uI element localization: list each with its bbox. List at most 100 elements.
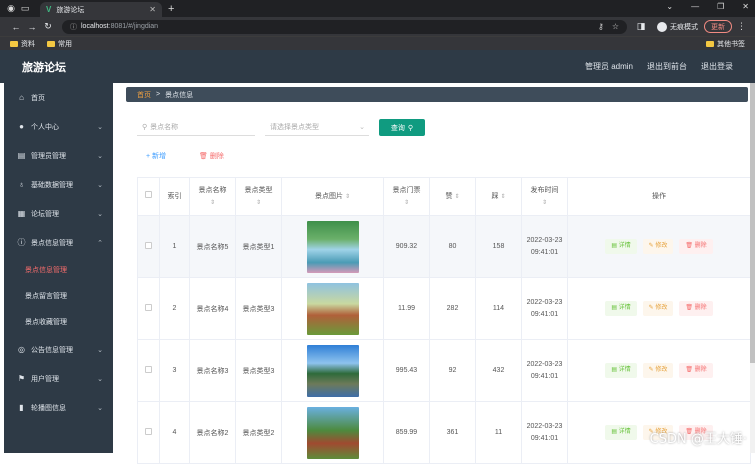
bookmark-folder-1[interactable]: 常用 [47,39,72,49]
key-icon[interactable]: ⚷ [598,22,604,31]
sort-icon[interactable]: ⇕ [542,200,547,206]
sort-icon[interactable]: ⇕ [210,200,215,206]
sidebar-item-base-data[interactable]: ♁ 基础数据管理 ⌄ [4,170,113,199]
sidebar-item-scenic[interactable]: ⓘ 景点信息管理 ⌃ [4,228,113,257]
query-label: 查询 [390,124,405,132]
cell-dislike: 158 [475,215,522,278]
page-scrollbar[interactable] [750,83,755,453]
detail-button[interactable]: ▤ 详情 [605,363,637,378]
sort-icon[interactable]: ⇕ [454,194,459,200]
header-time[interactable]: 发布时间 ⇕ [521,177,568,216]
detail-button[interactable]: ▤ 详情 [605,301,637,316]
breadcrumb-home[interactable]: 首页 [137,90,151,100]
sort-icon[interactable]: ⇕ [345,194,350,200]
edit-button[interactable]: ✎ 修改 [642,239,674,254]
minimize-icon[interactable]: — [691,2,699,11]
sidebar-item-forum[interactable]: ▦ 论坛管理 ⌄ [4,199,113,228]
chevron-down-icon[interactable]: ⌄ [666,2,673,11]
sidebar-subitem-scenic-comments[interactable]: 景点留言管理 [4,283,113,309]
incognito-indicator[interactable]: 无痕模式 [657,21,698,32]
cell-index: 4 [159,401,190,464]
tab-search-icon[interactable]: ▭ [18,2,32,16]
cell-actions: ▤ 详情 ✎ 修改 🗑 删除 [567,339,751,402]
sidebar-item-label: 管理员管理 [31,152,66,160]
scrollbar-thumb[interactable] [750,83,755,363]
reload-icon[interactable]: ↻ [40,21,56,32]
update-button[interactable]: 更新 [704,20,732,33]
edit-button[interactable]: ✎ 修改 [642,301,674,316]
select-all-checkbox[interactable] [145,190,152,198]
header-label: 发布时间 [530,186,559,194]
sidepanel-icon[interactable]: ◨ [633,21,649,32]
sort-icon[interactable]: ⇕ [404,200,409,206]
row-checkbox[interactable] [145,366,152,373]
detail-button[interactable]: ▤ 详情 [605,425,637,440]
sidebar-item-label: 基础数据管理 [31,181,73,189]
sidebar-item-admin[interactable]: ▤ 管理员管理 ⌄ [4,141,113,170]
batch-delete-button[interactable]: 🗑 删除 [199,151,224,161]
cell-index: 3 [159,339,190,402]
close-window-icon[interactable]: ✕ [742,2,749,11]
forward-icon[interactable]: → [24,22,40,32]
sidebar-subitem-scenic-info[interactable]: 景点信息管理 [4,257,113,283]
sidebar-item-users[interactable]: ⚑ 用户管理 ⌄ [4,364,113,393]
header-like[interactable]: 赞 ⇕ [429,177,476,216]
site-info-icon[interactable]: ⓘ [70,22,77,32]
time-text: 2022-03-23 09:41:01 [526,422,563,442]
detail-button[interactable]: ▤ 详情 [605,239,637,254]
sidebar-item-home[interactable]: ⌂ 首页 [4,83,113,112]
row-checkbox[interactable] [145,428,152,435]
back-to-front-link[interactable]: 退出到前台 [647,61,687,72]
sort-icon[interactable]: ⇕ [500,194,505,200]
tab-close-icon[interactable]: ✕ [149,5,156,14]
row-checkbox[interactable] [145,304,152,311]
cell-index: 1 [159,215,190,278]
time-text: 2022-03-23 09:41:01 [526,298,563,318]
edit-label: 修改 [655,367,668,373]
delete-button[interactable]: 🗑 删除 [679,301,713,316]
scenic-type-select[interactable]: 请选择景点类型 ⌄ [265,119,369,136]
sidebar-item-notice[interactable]: ◎ 公告信息管理 ⌄ [4,335,113,364]
app: 旅游论坛 管理员 admin 退出到前台 退出登录 ⌂ 首页 ● 个人中心 ⌄ … [0,50,755,464]
delete-label: 删除 [694,367,707,373]
incognito-icon [657,21,667,32]
sort-icon[interactable]: ⇕ [256,200,261,206]
more-icon[interactable]: ⋮ [737,21,746,32]
url-field[interactable]: ⓘ localhost :8081/#/jingdian ⚷ ☆ [62,19,627,34]
header-label: 景点门票 [392,186,421,194]
row-checkbox[interactable] [145,242,152,249]
star-icon[interactable]: ☆ [612,22,619,31]
sidebar-item-profile[interactable]: ● 个人中心 ⌄ [4,112,113,141]
edit-button[interactable]: ✎ 修改 [642,363,674,378]
header-name[interactable]: 景点名称 ⇕ [189,177,236,216]
bookmark-folder-0[interactable]: 资料 [10,39,35,49]
detail-label: 详情 [618,429,631,435]
sidebar-item-carousel[interactable]: ▮ 轮播图信息 ⌄ [4,393,113,422]
add-button[interactable]: + 新增 [146,151,166,161]
scenic-name-placeholder: 景点名称 [150,124,179,131]
new-tab-icon[interactable]: + [168,3,174,15]
delete-button[interactable]: 🗑 删除 [679,363,713,378]
cell-name: 景点名称5 [189,215,236,278]
header-type[interactable]: 景点类型 ⇕ [235,177,282,216]
browser-menu-icon[interactable]: ◉ [4,2,18,16]
other-bookmarks[interactable]: 其他书签 [706,39,745,49]
logout-link[interactable]: 退出登录 [701,61,733,72]
header-price[interactable]: 景点门票 ⇕ [383,177,430,216]
delete-button[interactable]: 🗑 删除 [679,239,713,254]
browser-tab[interactable]: V 旅游论坛 ✕ [40,2,162,17]
row-select-cell [137,401,160,464]
back-icon[interactable]: ← [8,22,24,32]
breadcrumb-separator: > [156,91,161,98]
breadcrumb: 首页 > 景点信息 [126,87,748,102]
restore-icon[interactable]: ❐ [717,2,724,11]
cell-type: 景点类型3 [235,277,282,340]
header-image[interactable]: 景点图片 ⇕ [281,177,384,216]
cell-name: 景点名称2 [189,401,236,464]
header-dislike[interactable]: 踩 ⇕ [475,177,522,216]
sidebar-subitem-scenic-favorites[interactable]: 景点收藏管理 [4,309,113,335]
query-button[interactable]: 查询 ⚲ [379,119,425,136]
cell-type: 景点类型1 [235,215,282,278]
scenic-image [306,220,359,273]
scenic-name-input[interactable]: ⚲ 景点名称 [137,119,255,136]
